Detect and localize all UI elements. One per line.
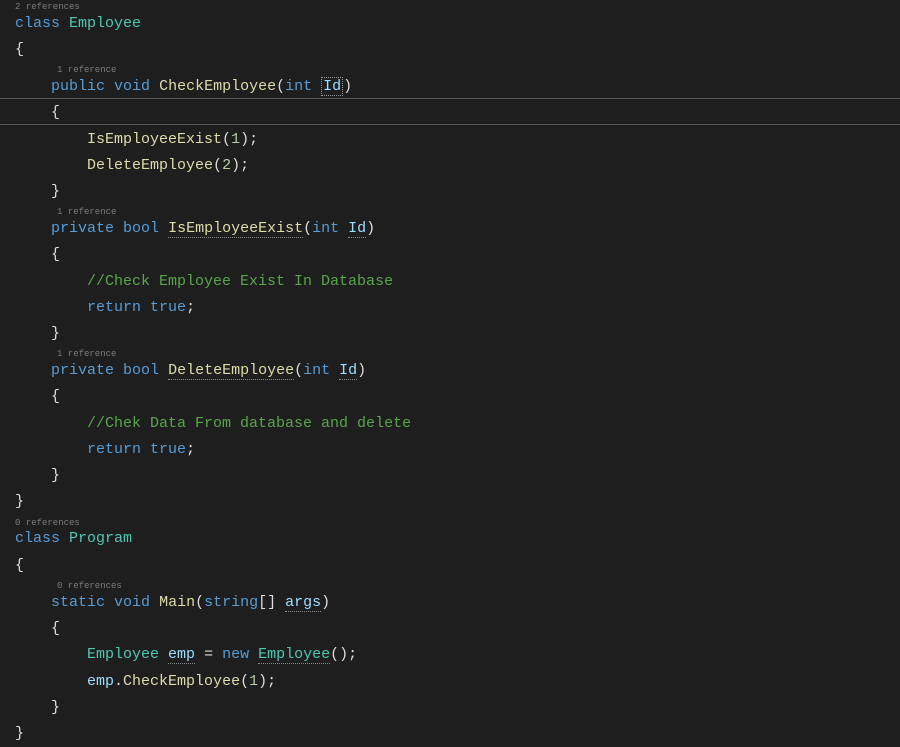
param-args: args — [285, 594, 321, 612]
method-isemployeeexist: IsEmployeeExist — [168, 220, 303, 238]
kw-true: true — [150, 299, 186, 316]
codelens-class-program[interactable]: 0 references — [15, 518, 900, 529]
kw-void: void — [114, 78, 150, 95]
kw-return: return — [87, 299, 141, 316]
comment-delete: //Chek Data From database and delete — [87, 415, 411, 432]
var-emp: emp — [168, 646, 195, 664]
comment-isexist: //Check Employee Exist In Database — [87, 273, 393, 290]
kw-static: static — [51, 594, 105, 611]
codelens-deleteemployee[interactable]: 1 reference — [15, 349, 900, 360]
num-1: 1 — [231, 131, 240, 148]
codelens-class-employee[interactable]: 2 references — [15, 2, 900, 13]
kw-string: string — [204, 594, 258, 611]
call-checkemployee: CheckEmployee — [123, 673, 240, 690]
method-deleteemployee: DeleteEmployee — [168, 362, 294, 380]
type-employee: Employee — [69, 15, 141, 32]
codelens-check-employee[interactable]: 1 reference — [15, 65, 900, 76]
param-id: Id — [339, 362, 357, 380]
kw-new: new — [222, 646, 249, 663]
kw-class: class — [15, 15, 60, 32]
kw-private: private — [51, 220, 114, 237]
close-brace: } — [15, 493, 24, 510]
method-checkemployee: CheckEmployee — [159, 78, 276, 95]
call-deleteemployee: DeleteEmployee — [87, 157, 213, 174]
method-main: Main — [159, 594, 195, 611]
kw-public: public — [51, 78, 105, 95]
call-isemployeeexist: IsEmployeeExist — [87, 131, 222, 148]
code-editor[interactable]: 2 references class Employee { 1 reference… — [0, 2, 900, 747]
param-id: Id — [348, 220, 366, 238]
codelens-main[interactable]: 0 references — [15, 581, 900, 592]
kw-bool: bool — [123, 220, 159, 237]
codelens-isemployeeexist[interactable]: 1 reference — [15, 207, 900, 218]
num-2: 2 — [222, 157, 231, 174]
kw-int: int — [285, 78, 312, 95]
type-program: Program — [69, 530, 132, 547]
open-brace: { — [15, 41, 24, 58]
param-id: Id — [321, 77, 343, 96]
